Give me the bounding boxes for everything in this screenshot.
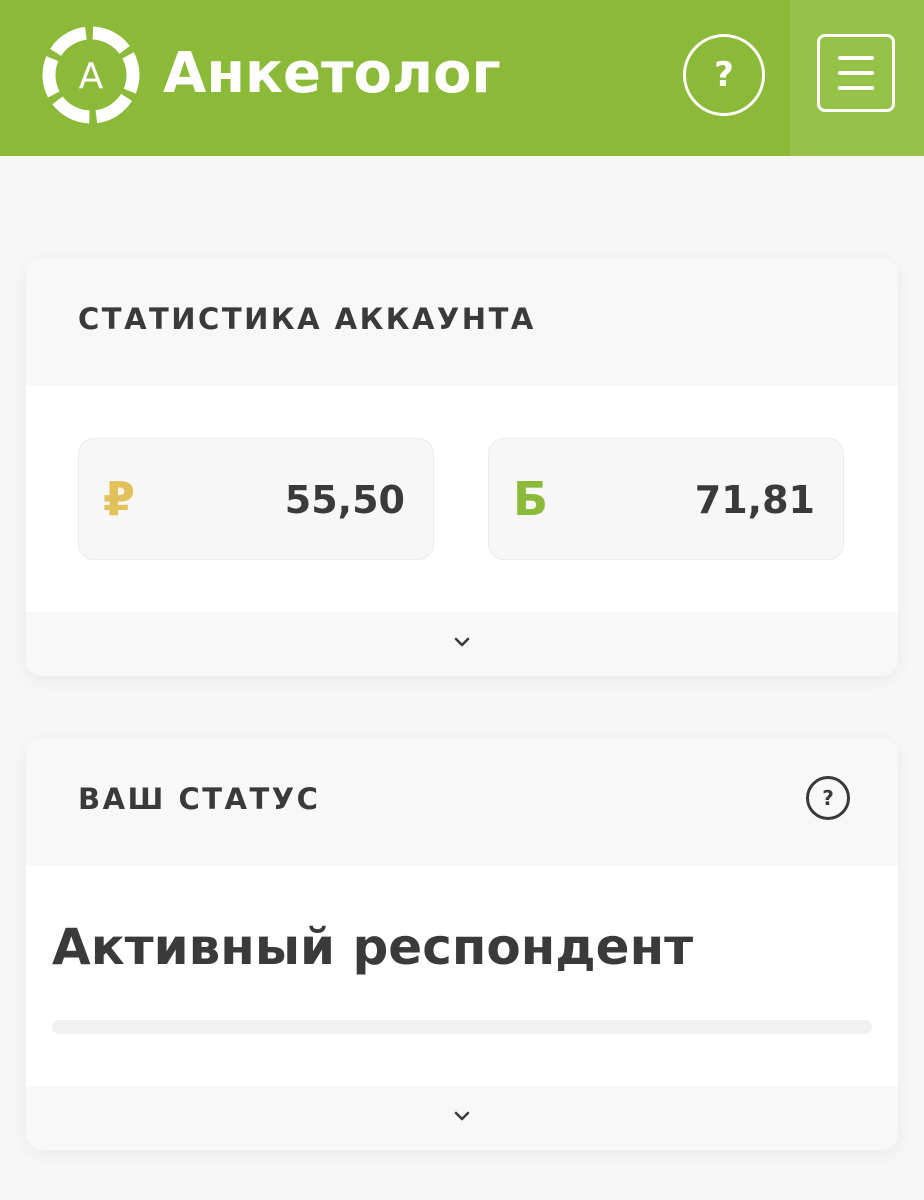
expand-toggle[interactable] [26,1086,898,1150]
logo-icon[interactable]: A [40,24,142,126]
status-value: Активный респондент [52,918,694,976]
bonus-balance-value: 71,81 [694,478,815,522]
expand-toggle[interactable] [26,612,898,676]
hamburger-icon-line [838,86,874,90]
rub-balance: ₽ 55,50 [78,438,434,560]
status-help-button[interactable]: ? [806,776,850,820]
status-card: ВАШ СТАТУС ? Активный респондент [26,738,898,1150]
status-progress-bar [52,1020,872,1034]
card-title: ВАШ СТАТУС [78,782,321,816]
app-header: A Анкетолог ? [0,0,924,156]
bonus-balance: Б 71,81 [488,438,844,560]
hamburger-icon-line [838,71,874,75]
menu-area [790,0,924,156]
help-button-label: ? [714,55,734,95]
brand-name[interactable]: Анкетолог [163,38,501,110]
help-button[interactable]: ? [683,34,765,116]
card-header: СТАТИСТИКА АККАУНТА [26,258,898,386]
hamburger-icon-line [838,56,874,60]
ruble-icon: ₽ [103,472,136,526]
card-title: СТАТИСТИКА АККАУНТА [78,302,536,336]
chevron-down-icon [454,1111,470,1121]
status-help-label: ? [822,786,834,810]
logo-letter: A [79,56,104,97]
chevron-down-icon [454,637,470,647]
menu-button[interactable] [817,34,895,112]
rub-balance-value: 55,50 [284,478,405,522]
bonus-icon: Б [513,472,549,526]
card-header: ВАШ СТАТУС ? [26,738,898,866]
account-stats-card: СТАТИСТИКА АККАУНТА ₽ 55,50 Б 71,81 [26,258,898,676]
